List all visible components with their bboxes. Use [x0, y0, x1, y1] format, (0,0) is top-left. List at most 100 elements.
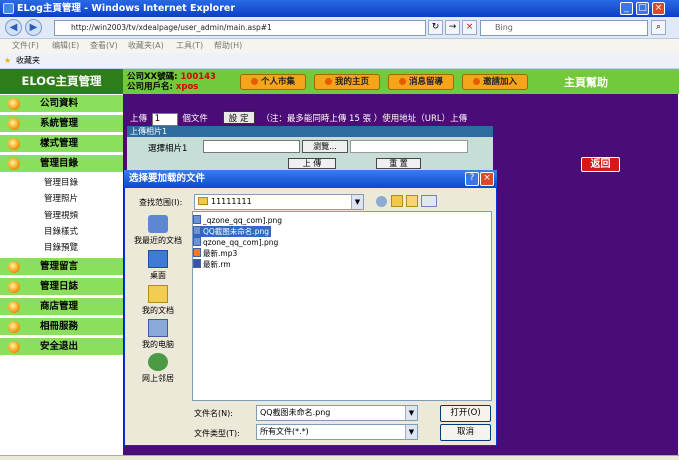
maximize-button[interactable]: □	[636, 2, 649, 15]
search-icon[interactable]: ⌕	[651, 20, 666, 35]
view-menu-icon[interactable]	[421, 195, 437, 207]
place-desktop[interactable]: 桌面	[133, 250, 183, 288]
message-button[interactable]: 消息留導	[388, 74, 454, 90]
file-item[interactable]: _qzone_qq_com].png	[193, 215, 282, 226]
image-file-icon	[193, 226, 201, 235]
filename-label: 文件名(N):	[194, 409, 233, 418]
site-logo: ELOG主頁管理	[0, 69, 123, 94]
menu-favorites[interactable]: 收藏夹(A)	[128, 39, 164, 53]
status-bar	[0, 455, 679, 460]
search-input[interactable]: Bing	[480, 20, 648, 36]
menu-tools[interactable]: 工具(T)	[176, 39, 203, 53]
account-label: 公司XX號碼:	[127, 72, 178, 82]
my-documents-icon	[148, 285, 168, 303]
sub-item-photos[interactable]: 管理照片	[44, 191, 78, 207]
account-info: 公司XX號碼: 100143 公司用戶名: xpos	[127, 72, 216, 92]
sub-item-catalog[interactable]: 管理目錄	[44, 175, 78, 191]
dropdown-arrow-icon: ▼	[405, 406, 417, 420]
image-file-icon	[193, 215, 201, 224]
flower-icon	[8, 158, 20, 170]
dropdown-arrow-icon: ▼	[405, 425, 417, 439]
my-computer-icon	[148, 319, 168, 337]
filename-input[interactable]: QQ截图未命名.png ▼	[256, 405, 418, 421]
my-homepage-button[interactable]: 我的主页	[314, 74, 380, 90]
stop-icon[interactable]: ×	[462, 20, 477, 35]
up-folder-icon[interactable]	[391, 195, 403, 207]
flower-icon	[8, 341, 20, 353]
address-toolbar: ◀ ▶ http://win2003/tv/xdealpage/user_adm…	[0, 17, 679, 39]
sub-item-catalog-style[interactable]: 目錄樣式	[44, 224, 78, 240]
account-value: 100143	[180, 72, 216, 82]
place-recent[interactable]: 我最近的文档	[133, 215, 183, 253]
network-places-icon	[148, 353, 168, 371]
dialog-close-button[interactable]: ×	[480, 172, 494, 186]
user-label: 公司用戶名:	[127, 82, 173, 92]
menu-bar: 文件(F) 编辑(E) 查看(V) 收藏夹(A) 工具(T) 帮助(H)	[0, 39, 679, 53]
set-button[interactable]: 設 定	[222, 111, 255, 124]
window-title: ELog主頁管理 - Windows Internet Explorer	[0, 0, 679, 17]
file-item[interactable]: 最新.rm	[193, 259, 231, 270]
flower-icon	[8, 118, 20, 130]
dialog-help-button[interactable]: ?	[465, 172, 479, 186]
new-folder-icon[interactable]	[406, 195, 418, 207]
user-value: xpos	[175, 82, 199, 92]
filetype-label: 文件类型(T):	[194, 429, 240, 438]
section-header: 上傳相片1	[127, 126, 493, 137]
place-network[interactable]: 网上邻居	[133, 353, 183, 391]
minimize-button[interactable]: _	[620, 2, 633, 15]
menu-help[interactable]: 帮助(H)	[214, 39, 242, 53]
url-input[interactable]	[350, 140, 468, 153]
menu-file[interactable]: 文件(F)	[12, 39, 39, 53]
flower-icon	[8, 301, 20, 313]
back-nav-icon[interactable]	[376, 196, 387, 207]
lookin-label: 查找范围(I):	[139, 198, 183, 207]
favorites-label[interactable]: 收藏夹	[16, 53, 40, 69]
sub-item-catalog-preview[interactable]: 目錄預覽	[44, 240, 78, 256]
help-link[interactable]: 主頁幫助	[564, 74, 608, 90]
pick-photo-label: 選擇相片1	[148, 144, 188, 154]
flower-icon	[8, 281, 20, 293]
lookin-select[interactable]: 11111111 ▼	[194, 194, 364, 210]
file-item[interactable]: 最新.mp3	[193, 248, 237, 259]
ie-icon	[3, 3, 14, 14]
refresh-icon[interactable]: ↻	[428, 20, 443, 35]
menu-view[interactable]: 查看(V)	[90, 39, 118, 53]
flower-icon	[8, 321, 20, 333]
reset-button[interactable]: 重 置	[376, 158, 421, 169]
media-file-icon	[193, 259, 201, 268]
image-file-icon	[193, 237, 201, 246]
menu-edit[interactable]: 编辑(E)	[52, 39, 79, 53]
place-my-computer[interactable]: 我的电脑	[133, 319, 183, 357]
star-icon: ★	[4, 56, 12, 65]
flower-icon	[8, 138, 20, 150]
recent-documents-icon	[148, 215, 168, 233]
folder-icon	[198, 197, 208, 205]
filetype-select[interactable]: 所有文件(*.*) ▼	[256, 424, 418, 440]
dropdown-arrow-icon: ▼	[351, 195, 363, 209]
browse-button[interactable]: 瀏覽...	[302, 140, 348, 153]
file-item-selected[interactable]: QQ截图未命名.png	[193, 226, 271, 237]
personal-market-button[interactable]: 个人市集	[240, 74, 306, 90]
favorites-bar: ★ 收藏夹	[0, 53, 679, 69]
upload-count-input[interactable]: 1	[151, 113, 178, 126]
flower-icon	[8, 261, 20, 273]
sub-item-videos[interactable]: 管理視頻	[44, 208, 78, 224]
go-icon[interactable]: →	[445, 20, 460, 35]
close-window-button[interactable]: ×	[652, 2, 665, 15]
back-icon[interactable]: ◀	[5, 19, 22, 36]
upload-button[interactable]: 上 傳	[288, 158, 336, 169]
place-my-documents[interactable]: 我的文档	[133, 285, 183, 323]
audio-file-icon	[193, 248, 201, 257]
flower-icon	[8, 98, 20, 110]
open-button[interactable]: 打开(O)	[440, 405, 491, 422]
invite-button[interactable]: 邀請加入	[462, 74, 528, 90]
file-path-input[interactable]	[203, 140, 300, 153]
dialog-title: 选择要加载的文件	[124, 170, 497, 188]
address-input[interactable]: http://win2003/tv/xdealpage/user_admin/m…	[54, 20, 426, 36]
file-item[interactable]: qzone_qq_com].png	[193, 237, 278, 248]
cancel-button[interactable]: 取消	[440, 424, 491, 441]
desktop-icon	[148, 250, 168, 268]
back-button[interactable]: 返回	[581, 157, 620, 172]
upload-count-row: 上傳 1 個文件 設 定 （注：最多能同時上傳 15 張 ）使用地址（URL）上…	[130, 111, 467, 126]
forward-icon[interactable]: ▶	[25, 19, 42, 36]
